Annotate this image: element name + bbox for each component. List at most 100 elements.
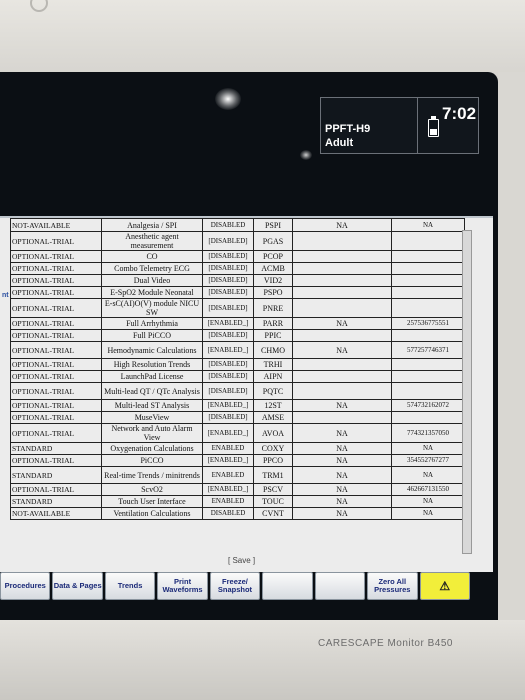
alarm-silence-button[interactable]: ⚠ [419, 572, 470, 600]
trial-cell: NA [292, 341, 392, 359]
soft-key-7[interactable]: Zero All Pressures [367, 572, 418, 600]
state-cell: [DISABLED] [202, 250, 254, 263]
status-cell: OPTIONAL-TRIAL [10, 358, 102, 371]
soft-key-0[interactable]: Procedures [0, 572, 51, 600]
feature-cell: Ventilation Calculations [101, 507, 203, 520]
status-cell: OPTIONAL-TRIAL [10, 423, 102, 443]
bottom-button-bar: Procedures Data & Pages Trends Print Wavefo… [0, 572, 470, 600]
feature-cell: MuseView [101, 411, 203, 424]
table-row[interactable]: STANDARD Real-time Trends / minitrends ENA… [10, 466, 465, 484]
trial-cell [292, 274, 392, 287]
table-row[interactable]: OPTIONAL-TRIAL Network and Auto Alarm Vie… [10, 423, 465, 443]
license-cell [391, 231, 465, 251]
table-row[interactable]: NOT-AVAILABLE Ventilation Calculations DIS… [10, 507, 465, 520]
license-cell: 462667131550 [391, 483, 465, 496]
save-button[interactable]: [ Save ] [228, 556, 255, 565]
license-cell: NA [391, 466, 465, 484]
table-row[interactable]: OPTIONAL-TRIAL Hemodynamic Calculations [E… [10, 341, 465, 359]
trial-cell: NA [292, 423, 392, 443]
license-cell: NA [391, 218, 465, 232]
table-row[interactable]: OPTIONAL-TRIAL Full Arrhythmia [ENABLED_] P… [10, 317, 465, 330]
code-cell: AVOA [253, 423, 293, 443]
status-cell: NOT-AVAILABLE [10, 218, 102, 232]
table-row[interactable]: STANDARD Touch User Interface ENABLED TOUC N… [10, 495, 465, 508]
bezel-notch [30, 0, 48, 12]
soft-key-3[interactable]: Print Waveforms [157, 572, 208, 600]
table-row[interactable]: OPTIONAL-TRIAL Multi-lead ST Analysis [ENA… [10, 399, 465, 412]
table-row[interactable]: OPTIONAL-TRIAL MuseView [DISABLED] AMSE [10, 411, 465, 424]
license-cell: 257536775551 [391, 317, 465, 330]
feature-cell: Multi-lead ST Analysis [101, 399, 203, 412]
table-row[interactable]: STANDARD Oxygenation Calculations ENABLED C… [10, 442, 465, 455]
license-cell [391, 298, 465, 318]
table-scrollbar[interactable] [462, 230, 472, 554]
soft-key-1[interactable]: Data & Pages [52, 572, 103, 600]
feature-cell: E-SpO2 Module Neonatal [101, 286, 203, 299]
code-cell: PQTC [253, 382, 293, 400]
trial-cell: NA [292, 466, 392, 484]
license-cell: NA [391, 507, 465, 520]
trial-cell: NA [292, 507, 392, 520]
state-cell: [ENABLED_] [202, 454, 254, 467]
soft-key-4[interactable]: Freeze/ Snapshot [209, 572, 261, 600]
state-cell: [ENABLED_] [202, 341, 254, 359]
soft-key-5[interactable] [262, 572, 313, 600]
table-row[interactable]: OPTIONAL-TRIAL LaunchPad License [DISABLED… [10, 370, 465, 383]
status-cell: STANDARD [10, 466, 102, 484]
table-row[interactable]: OPTIONAL-TRIAL Anesthetic agent measureme… [10, 231, 465, 251]
options-table: NOT-AVAILABLE Analgesia / SPI DISABLED PSPI… [10, 218, 465, 520]
feature-cell: E-sC(AI)O(V) module NICU SW [101, 298, 203, 318]
trial-cell [292, 382, 392, 400]
trial-cell [292, 286, 392, 299]
table-row[interactable]: OPTIONAL-TRIAL Full PiCCO [DISABLED] PPIC [10, 329, 465, 342]
code-cell: PSCV [253, 483, 293, 496]
code-cell: PGAS [253, 231, 293, 251]
table-row[interactable]: OPTIONAL-TRIAL Combo Telemetry ECG [DISABL… [10, 262, 465, 275]
table-row[interactable]: NOT-AVAILABLE Analgesia / SPI DISABLED PSPI… [10, 218, 465, 232]
code-cell: CVNT [253, 507, 293, 520]
patient-category: Adult [325, 137, 354, 149]
code-cell: PARR [253, 317, 293, 330]
patient-info-box[interactable]: PPFT-H9 Adult [320, 97, 418, 154]
trial-cell [292, 411, 392, 424]
state-cell: [DISABLED] [202, 358, 254, 371]
feature-cell: Combo Telemetry ECG [101, 262, 203, 275]
state-cell: ENABLED [202, 466, 254, 484]
status-cell: STANDARD [10, 495, 102, 508]
state-cell: [DISABLED] [202, 382, 254, 400]
state-cell: [DISABLED] [202, 411, 254, 424]
trial-cell: NA [292, 399, 392, 412]
software-options-panel: nt NOT-AVAILABLE Analgesia / SPI DISABLED P… [0, 216, 493, 572]
table-row[interactable]: OPTIONAL-TRIAL Dual Video [DISABLED] VID2 [10, 274, 465, 287]
table-row[interactable]: OPTIONAL-TRIAL E-SpO2 Module Neonatal [DIS… [10, 286, 465, 299]
table-row[interactable]: OPTIONAL-TRIAL Multi-lead QT / QTc Analys… [10, 382, 465, 400]
trial-cell: NA [292, 218, 392, 232]
state-cell: ENABLED [202, 495, 254, 508]
state-cell: [ENABLED_] [202, 483, 254, 496]
trial-cell [292, 262, 392, 275]
soft-key-2[interactable]: Trends [104, 572, 156, 600]
table-row[interactable]: OPTIONAL-TRIAL PiCCO [ENABLED_] PPCO NA 35455… [10, 454, 465, 467]
feature-cell: Anesthetic agent measurement [101, 231, 203, 251]
soft-key-6[interactable] [314, 572, 366, 600]
feature-cell: Real-time Trends / minitrends [101, 466, 203, 484]
table-row[interactable]: OPTIONAL-TRIAL High Resolution Trends [DIS… [10, 358, 465, 371]
license-cell [391, 358, 465, 371]
trial-cell: NA [292, 442, 392, 455]
license-cell: NA [391, 495, 465, 508]
table-row[interactable]: OPTIONAL-TRIAL CO [DISABLED] PCOP [10, 250, 465, 263]
status-cell: OPTIONAL-TRIAL [10, 231, 102, 251]
status-cell: OPTIONAL-TRIAL [10, 329, 102, 342]
status-cell: STANDARD [10, 442, 102, 455]
table-row[interactable]: OPTIONAL-TRIAL ScvO2 [ENABLED_] PSCV NA 46266… [10, 483, 465, 496]
status-cell: OPTIONAL-TRIAL [10, 274, 102, 287]
license-cell [391, 382, 465, 400]
status-cell: OPTIONAL-TRIAL [10, 298, 102, 318]
code-cell: ACMB [253, 262, 293, 275]
license-cell [391, 262, 465, 275]
trial-cell: NA [292, 317, 392, 330]
table-row[interactable]: OPTIONAL-TRIAL E-sC(AI)O(V) module NICU S… [10, 298, 465, 318]
feature-cell: PiCCO [101, 454, 203, 467]
status-cell: OPTIONAL-TRIAL [10, 262, 102, 275]
battery-icon [428, 116, 439, 137]
